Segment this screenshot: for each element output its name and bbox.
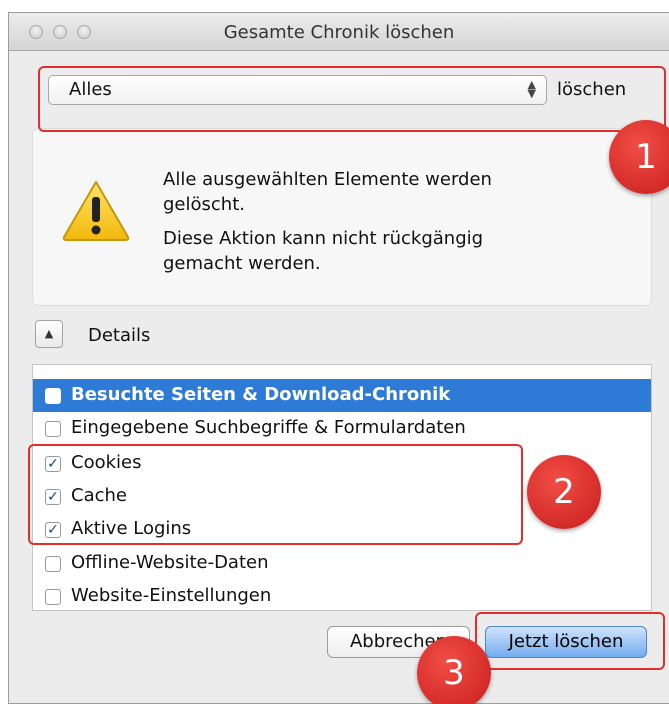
triangle-up-icon: ▲	[44, 327, 54, 340]
annotation-badge-2: 2	[527, 455, 601, 529]
details-label: Details	[88, 325, 151, 346]
annotation-highlight-button	[475, 612, 665, 670]
warning-line-3: Diese Aktion kann nicht rückgängig	[163, 228, 484, 249]
window-title: Gesamte Chronik löschen	[223, 22, 455, 43]
title-bar: Gesamte Chronik löschen	[9, 13, 669, 51]
list-item[interactable]: Besuchte Seiten & Download-Chronik	[33, 379, 651, 412]
annotation-highlight-range	[38, 66, 666, 132]
checkbox[interactable]	[45, 556, 61, 572]
warning-line-1: Alle ausgewählten Elemente werden	[163, 169, 492, 190]
warning-box: Alle ausgewählten Elemente werden gelösc…	[32, 128, 652, 306]
checkbox[interactable]	[45, 388, 61, 404]
warning-line-2: gelöscht.	[163, 194, 245, 215]
details-toggle-button[interactable]: ▲	[35, 320, 63, 348]
list-item-label: Website-Einstellungen	[71, 585, 272, 606]
checkbox[interactable]	[45, 421, 61, 437]
list-item[interactable]: Offline-Website-Daten	[33, 547, 651, 580]
annotation-highlight-options	[28, 444, 523, 545]
list-item-label: Offline-Website-Daten	[71, 552, 269, 573]
warning-line-4: gemacht werden.	[163, 253, 321, 274]
annotation-badge-3: 3	[417, 636, 491, 704]
warning-icon	[62, 181, 130, 241]
list-item-label: Eingegebene Suchbegriffe & Formulardaten	[71, 417, 466, 438]
checkbox[interactable]	[45, 589, 61, 605]
list-item-label: Besuchte Seiten & Download-Chronik	[71, 384, 451, 405]
list-item[interactable]: Eingegebene Suchbegriffe & Formulardaten	[33, 412, 651, 445]
list-item[interactable]: Website-Einstellungen	[33, 580, 651, 613]
